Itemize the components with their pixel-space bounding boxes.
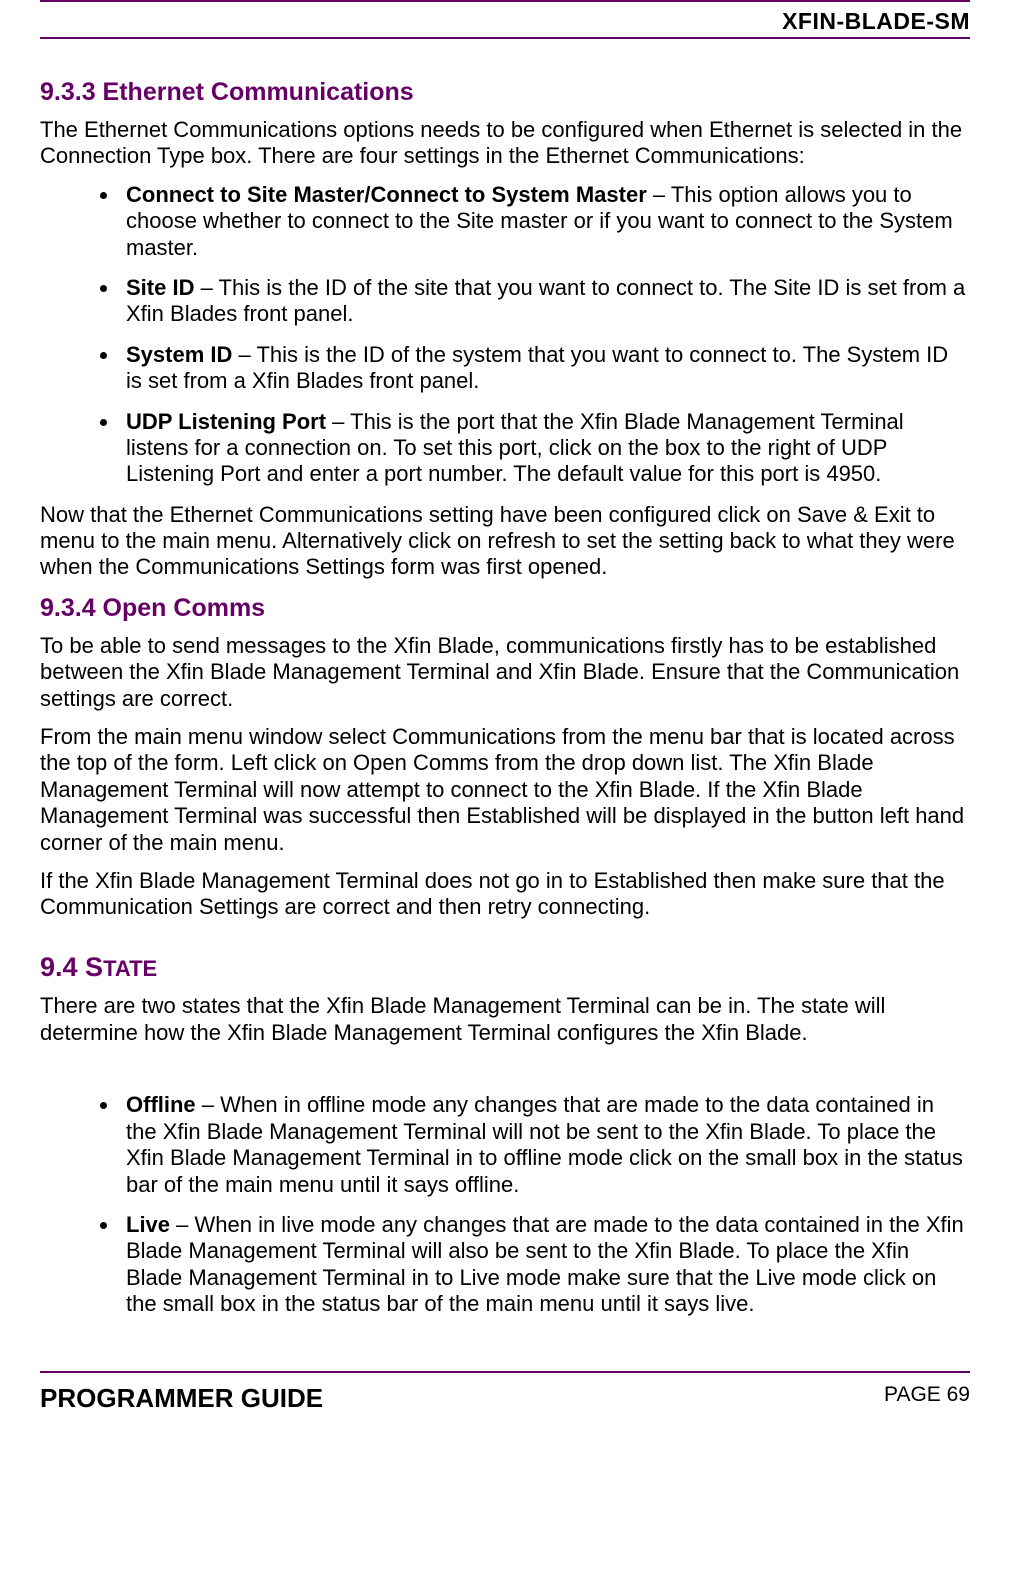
- paragraph-s934-2: From the main menu window select Communi…: [40, 724, 970, 856]
- item-label: Connect to Site Master/Connect to System…: [126, 182, 647, 207]
- heading-first-letter: S: [85, 952, 103, 982]
- item-text: – This is the ID of the site that you wa…: [126, 275, 965, 326]
- heading-9-4: 9.4 STATE: [40, 951, 970, 983]
- heading-9-3-4: 9.3.4 Open Comms: [40, 593, 970, 623]
- heading-rest: TATE: [103, 956, 157, 981]
- item-label: Site ID: [126, 275, 194, 300]
- item-label: System ID: [126, 342, 232, 367]
- page-content: 9.3.3 Ethernet Communications The Ethern…: [40, 39, 970, 1341]
- page-footer: PROGRAMMER GUIDE PAGE 69: [40, 1373, 970, 1434]
- list-item: UDP Listening Port – This is the port th…: [120, 409, 970, 488]
- item-label: UDP Listening Port: [126, 409, 326, 434]
- paragraph-s94-1: There are two states that the Xfin Blade…: [40, 993, 970, 1046]
- paragraph-s933-intro: The Ethernet Communications options need…: [40, 117, 970, 170]
- item-label: Offline: [126, 1092, 196, 1117]
- list-s94: Offline – When in offline mode any chang…: [40, 1092, 970, 1317]
- list-s933: Connect to Site Master/Connect to System…: [40, 182, 970, 488]
- item-text: – This is the ID of the system that you …: [126, 342, 948, 393]
- item-text: – When in offline mode any changes that …: [126, 1092, 963, 1196]
- footer-title: PROGRAMMER GUIDE: [40, 1383, 323, 1414]
- list-item: System ID – This is the ID of the system…: [120, 342, 970, 395]
- page-number: PAGE 69: [884, 1383, 970, 1414]
- page-header: XFIN-BLADE-SM: [40, 2, 970, 39]
- list-item: Offline – When in offline mode any chang…: [120, 1092, 970, 1198]
- document-id: XFIN-BLADE-SM: [782, 8, 970, 35]
- list-item: Connect to Site Master/Connect to System…: [120, 182, 970, 261]
- heading-9-3-3: 9.3.3 Ethernet Communications: [40, 77, 970, 107]
- paragraph-s934-3: If the Xfin Blade Management Terminal do…: [40, 868, 970, 921]
- paragraph-s934-1: To be able to send messages to the Xfin …: [40, 633, 970, 712]
- list-item: Site ID – This is the ID of the site tha…: [120, 275, 970, 328]
- item-text: – When in live mode any changes that are…: [126, 1212, 964, 1316]
- heading-number: 9.4: [40, 952, 85, 982]
- item-label: Live: [126, 1212, 170, 1237]
- paragraph-s933-outro: Now that the Ethernet Communications set…: [40, 502, 970, 581]
- list-item: Live – When in live mode any changes tha…: [120, 1212, 970, 1318]
